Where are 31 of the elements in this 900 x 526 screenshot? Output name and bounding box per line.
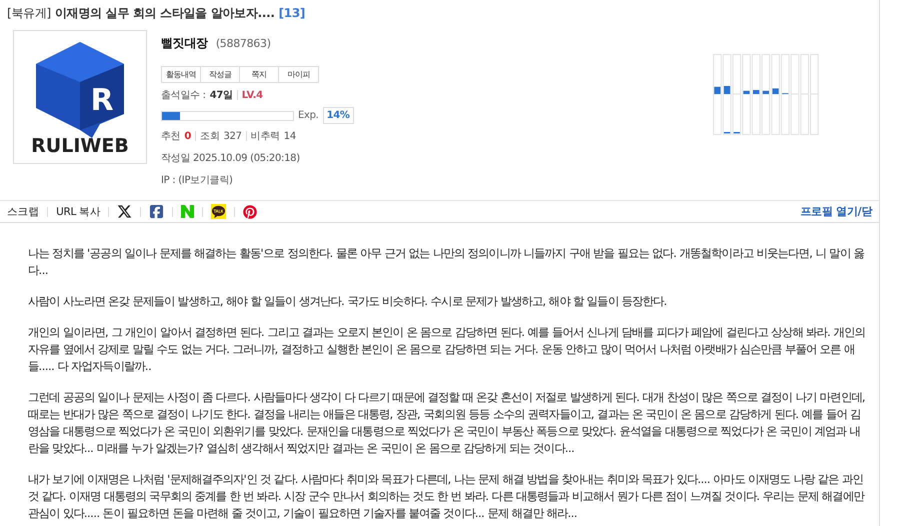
share-link[interactable]: 스크랩 bbox=[7, 204, 40, 218]
body-paragraph: 그런데 공공의 일이나 문제는 사정이 좀 다르다. 사람들마다 생각이 다 다르기 때문에 결정할 때 온갖 혼선이 저절로 발생하게 된다. 대개 찬성이 많은 쪽으로 결정이 나기 마련인데, 때로는 반대가 많은 쪽으로 결정이 나기도 한다. 결정을 내리는 애들은 대통령, 장관, 국회의원 등등 소수의 권력자들이고, 결과는 온 국민이 온 몸으로 감당하게 된다. 예를 들어 김영삼을 대통령으로 찍었다가 온 국민이 외환위기를 맞았다. 문재인을 대통령으로 찍었다가 온 국민이 부동산 폭등으로 맞았다. 윤석열을 대통령으로 찍었다가 온 국민이 계엄과 내란을 맞았다... 미래를 누가 알겠는가? 열심히 생각해서 찍었지만 결과는 온 국민이 온 몸으로 감당하게 되는 것이다... bbox=[28, 390, 865, 457]
facebook-icon[interactable] bbox=[149, 204, 164, 219]
stat-label: 비추력 bbox=[250, 130, 280, 143]
stat-value: 14 bbox=[284, 130, 296, 142]
exp-percent: 14% bbox=[322, 107, 354, 124]
body-paragraph: 사람이 사노라면 온갖 문제들이 발생하고, 해야 할 일들이 생겨난다. 국가도 비슷하다. 수시로 문제가 발생하고, 해야 할 일들이 등장한다. bbox=[28, 294, 668, 310]
body-paragraph: 개인의 일이라면, 그 개인이 알아서 결정하면 된다. 그리고 결과는 오로지 본인이 온 몸으로 감당하면 된다. 예를 들어서 신나게 담배를 피다가 폐암에 걸린다고 상상해 봐라. 개인의 자유를 옆에서 강제로 말릴 수도 없는 거다. 그러니까, 결정하고 실행한 본인이 온 몸으로 감당하면 되는 거다. 운동 안하고 많이 먹어서 나처럼 아랫배가 심슨만큼 부풀어 오른 애들..... 다 자업자득이랄까.. bbox=[28, 325, 865, 375]
attendance-label: 출석일수 : bbox=[161, 89, 206, 102]
share-link[interactable]: URL 복사 bbox=[56, 204, 100, 218]
exp-label: Exp. bbox=[298, 110, 319, 121]
user-id: (5887863) bbox=[216, 37, 271, 50]
stat-value: 0 bbox=[184, 130, 192, 142]
x-logo-icon[interactable] bbox=[117, 204, 132, 219]
body-paragraph: 내가 보기에 이재명은 나처럼 '문제해결주의자'인 것 같다. 사람마다 취미와 목표가 다른데, 나는 문제 해결 방법을 찾아내는 취미와 목표가 있다.... 아마도 이재명도 나랑 같은 과인 것 같다. 이재명 대통령의 국무회의 중계를 한 번 봐라. 시장 군수 만나서 회의하는 것도 한 번 봐라. 다른 대통령들과 비교해서 뭔가 다른 점이 느껴질 것이다. 우리는 문제 해결에만 관심이 있다..... 돈이 필요하면 돈을 마련해 줄 것이고, 기술이 필요하면 기술자를 붙여줄 것이다... 문제 해결만 해라... bbox=[28, 472, 865, 522]
stat-label: 조회 bbox=[200, 130, 220, 143]
user-name[interactable]: 뻘짓대장 bbox=[161, 35, 208, 52]
level-label: LV.4 bbox=[242, 90, 263, 100]
attendance-value: 47일 bbox=[210, 89, 233, 102]
board-tag: [북유게] bbox=[7, 5, 51, 22]
profile-toggle-link[interactable]: 프로필 열기/닫 bbox=[800, 204, 872, 219]
chat-bubble-icon[interactable] bbox=[211, 204, 226, 219]
stat-label: 추천 bbox=[161, 130, 180, 143]
body-paragraph: 나는 정치를 '공공의 일이나 문제를 해결하는 활동'으로 정의한다. 물론 아무 근거 없는 나만의 정의이니까 니들까지 구애 받을 필요는 없다. 개똥철학이라고 비웃는다면, 니 말이 옳다... bbox=[28, 246, 865, 279]
post-title: 이재명의 실무 회의 스타일을 알아보자.... bbox=[54, 5, 275, 22]
avatar-logo: R RULIWEB bbox=[13, 30, 147, 164]
stat-value: 327 bbox=[223, 130, 242, 142]
post-date: 작성일 2025.10.09 (05:20:18) bbox=[161, 152, 300, 165]
comment-count[interactable]: [13] bbox=[278, 6, 306, 20]
ip-link[interactable]: IP : (IP보기클릭) bbox=[161, 173, 233, 187]
pinterest-icon[interactable] bbox=[243, 204, 258, 218]
